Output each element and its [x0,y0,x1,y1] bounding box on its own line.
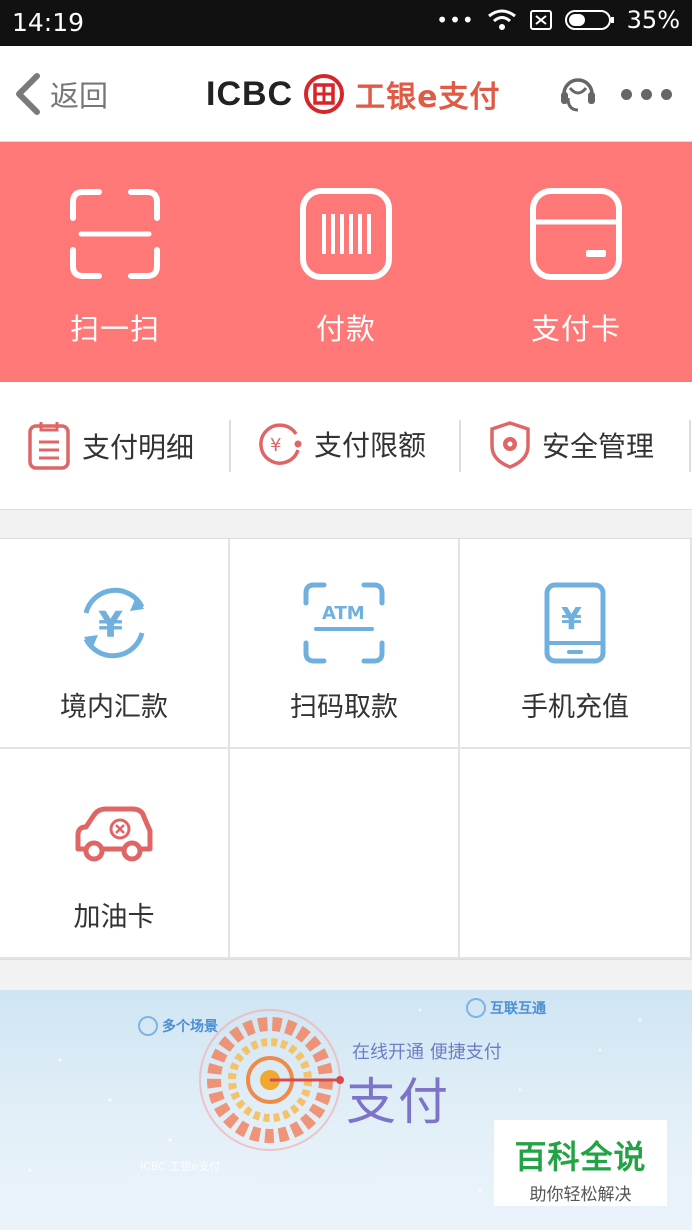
nav-actions [557,72,672,116]
quick-label: 安全管理 [542,430,655,463]
service-label: 加油卡 [73,902,155,933]
quick-label: 支付限额 [314,429,427,462]
service-phone-topup[interactable]: ¥ 手机充值 [460,539,692,749]
security-management-link[interactable]: 安全管理 [488,420,654,470]
payment-card-button[interactable]: 支付卡 [486,188,666,348]
brand-logo: ICBC 工银e支付 [206,72,500,116]
notification-dots-icon: ••• [436,8,475,32]
hero-actions: 扫一扫 付款 支付卡 [0,142,692,382]
chevron-left-icon [16,73,40,115]
services-grid: ¥ 境内汇款 ATM 扫码取款 ¥ 手机充值 加油卡 [0,538,692,960]
more-menu-icon[interactable] [621,88,672,100]
empty-cell [230,749,460,959]
icbc-logo-text: ICBC [206,74,294,113]
quick-label: 支付明细 [82,431,195,464]
app-root: 14:19 ••• 35% 返回 ICBC 工银e支付 扫一扫 付款 支付卡 支… [0,0,692,1230]
service-label: 扫码取款 [290,692,398,723]
status-bar: 14:19 ••• 35% [0,0,692,46]
brand-pay-text: 工银e支付 [355,80,501,115]
back-label: 返回 [50,79,109,113]
promo-banner[interactable]: 多个场景 互联互通 在线开通 便捷支付 支付 ICBC 工银e支付 百科全说 助… [0,990,692,1230]
payment-details-link[interactable]: 支付明细 [26,420,194,472]
hero-label: 扫一扫 [69,312,160,346]
customer-service-icon[interactable] [557,72,599,116]
divider [459,420,461,472]
card-icon [530,188,622,280]
icbc-emblem-icon [304,74,345,114]
back-button[interactable]: 返回 [12,72,108,116]
receipt-icon [28,422,70,470]
service-label: 手机充值 [521,692,629,723]
banner-tag-scenarios: 多个场景 [138,1016,218,1036]
banner-title: 支付 [346,1073,450,1131]
battery-percent: 35% [626,6,680,34]
hero-label: 付款 [315,312,376,346]
phone-topup-icon: ¥ [544,582,606,664]
scan-button[interactable]: 扫一扫 [25,188,205,348]
divider [229,420,231,472]
status-time: 14:19 [12,8,85,37]
barcode-icon [300,188,392,280]
banner-slogan: 在线开通 便捷支付 [352,1042,502,1063]
status-icons: ••• 35% [436,6,680,34]
svg-text:¥: ¥ [561,602,582,637]
service-fuel-card[interactable]: 加油卡 [0,749,230,959]
banner-brand-small: ICBC 工银e支付 [140,1160,221,1173]
service-label: 境内汇款 [60,692,168,723]
svg-text:¥: ¥ [98,605,123,646]
car-icon [75,806,153,862]
battery-icon [564,10,614,30]
divider [689,420,691,472]
watermark-title: 百科全说 [514,1138,647,1176]
payment-limit-link[interactable]: ¥ 支付限额 [256,420,426,468]
service-scan-withdraw[interactable]: ATM 扫码取款 [230,539,460,749]
banner-tag-interconnect: 互联互通 [466,998,546,1018]
service-domestic-transfer[interactable]: ¥ 境内汇款 [0,539,230,749]
pay-button[interactable]: 付款 [256,188,436,348]
watermark-subtitle: 助你轻松解决 [529,1185,632,1205]
svg-text:ATM: ATM [322,603,365,624]
svg-text:¥: ¥ [270,435,281,456]
watermark: 百科全说 助你轻松解决 [494,1120,667,1206]
nav-bar: 返回 ICBC 工银e支付 [0,46,692,142]
yuan-transfer-icon: ¥ [83,587,145,659]
hero-label: 支付卡 [530,312,621,346]
atm-scan-icon: ATM [303,582,385,664]
quick-links: 支付明细 ¥ 支付限额 安全管理 [0,382,692,510]
shield-icon [490,421,530,469]
limit-icon: ¥ [259,423,302,465]
sim-off-icon [529,10,552,30]
empty-cell [460,749,692,959]
scan-icon [70,189,160,279]
wifi-icon [487,9,516,30]
